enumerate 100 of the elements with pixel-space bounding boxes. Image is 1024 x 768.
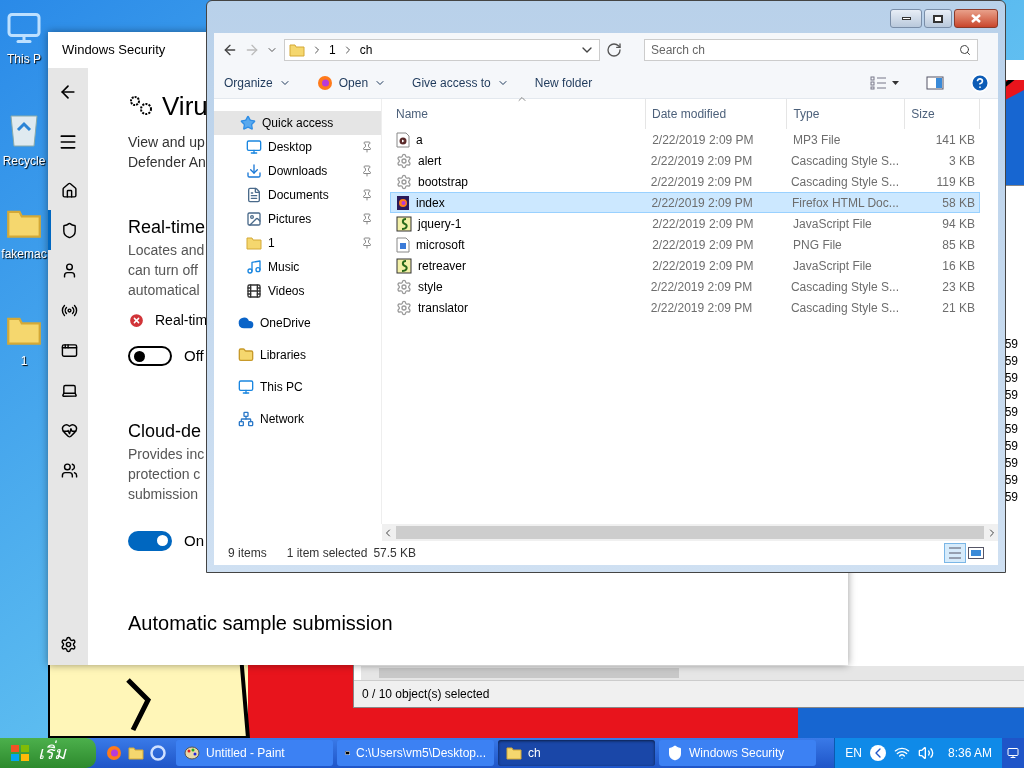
section-heading: Automatic sample submission [128,611,393,636]
toolbar-button[interactable]: Open [316,73,387,92]
table-cell-text: 58 KB [941,194,976,212]
table-cell-text: Cascading Style S... [789,173,900,191]
column-header[interactable]: Size [905,99,980,129]
nav-item[interactable]: Documents [214,183,381,207]
breadcrumb-item[interactable]: 1 [329,41,336,59]
gear-file-icon [396,173,412,190]
music-note-icon [246,259,262,275]
table-cell-text: 2/22/2019 2:09 PM [651,257,755,275]
scrollbar-thumb[interactable] [379,668,679,678]
firefox-file-icon [396,194,410,211]
file-row[interactable]: jquery-1 2/22/2019 2:09 PM JavaScript File 94 KB [390,213,980,234]
taskbar-button[interactable]: Windows Security [659,740,816,766]
file-row[interactable]: retreaver 2/22/2019 2:09 PM JavaScript File 16 KB [390,255,980,276]
horizontal-scrollbar[interactable] [361,666,1024,680]
close-button[interactable] [954,9,998,28]
file-row[interactable]: bootstrap 2/22/2019 2:09 PM Cascading Style S... 119 KB [390,171,980,192]
firefox-icon [316,74,333,91]
table-cell-text: MP3 File [792,131,842,149]
settings-icon[interactable] [59,636,77,653]
nav-item[interactable]: Libraries [214,343,381,367]
table-cell-text: Cascading Style S... [789,278,900,296]
taskbar-button[interactable]: ch [498,740,655,766]
column-header[interactable]: Date modified [646,99,788,129]
folder-icon [246,235,262,251]
file-name: translator [418,299,469,317]
nav-item[interactable]: 1 [214,231,381,255]
file-row[interactable]: microsoft 2/22/2019 2:09 PM PNG File 85 KB [390,234,980,255]
table-cell-text: Cascading Style S... [789,152,900,170]
taskbar-button[interactable]: Untitled - Paint [176,740,333,766]
network-icon [238,411,254,427]
column-header[interactable]: Name [390,99,647,129]
breadcrumb-item[interactable]: ch [359,41,373,59]
description-text: Defender An [128,153,206,172]
file-row[interactable]: a 2/22/2019 2:09 PM MP3 File 141 KB [390,129,980,150]
file-name: jquery-1 [418,215,462,233]
refresh-icon[interactable] [606,42,622,58]
nav-item[interactable]: Videos [214,279,381,303]
toolbar-button[interactable]: New folder [534,73,593,92]
computer-icon [238,379,254,395]
toolbar-button[interactable]: Organize [224,73,291,92]
show-hidden-icons-icon[interactable] [869,745,886,761]
back-icon[interactable] [222,42,238,58]
section-text: protection c [128,464,201,484]
thumbnail-view-icon[interactable] [968,547,984,559]
column-header[interactable]: Type [787,99,906,129]
file-row[interactable]: index 2/22/2019 2:09 PM Firefox HTML Doc... 58 KB [390,192,980,213]
heart-pulse-icon [61,421,78,439]
file-row[interactable]: style 2/22/2019 2:09 PM Cascading Style S... 23 KB [390,276,980,297]
nav-item[interactable]: This PC [214,375,381,399]
library-icon [238,347,254,363]
clock[interactable]: 8:36 AM [947,744,992,762]
volume-icon[interactable] [917,745,934,761]
table-cell-text: 21 KB [941,299,976,317]
table-cell: 59 [1004,404,1018,421]
network-icon[interactable] [893,745,910,761]
gear-file-icon [396,299,412,316]
file-name: index [416,194,445,212]
file-row[interactable]: translator 2/22/2019 2:09 PM Cascading Style S... 21 KB [390,297,980,318]
script-file-icon [396,257,412,274]
language-indicator[interactable]: EN [845,744,862,762]
section-heading: Cloud-de [128,419,202,443]
table-cell: 59 [1004,438,1018,455]
toolbar-button[interactable]: Give access to [412,73,509,92]
address-bar[interactable]: 1 ch [284,39,600,61]
preview-pane-icon[interactable] [926,75,944,90]
nav-item[interactable]: Pictures [214,207,381,231]
file-row[interactable]: alert 2/22/2019 2:09 PM Cascading Style S... 3 KB [390,150,980,171]
minimize-button[interactable] [890,9,922,28]
help-icon[interactable] [970,72,990,93]
page-heading: Viru [162,90,208,123]
nav-item[interactable]: Quick access [214,111,381,135]
view-options-icon[interactable] [870,75,900,90]
toggle-switch[interactable] [128,530,172,551]
person-icon [61,261,78,279]
table-cell-text: 2/22/2019 2:09 PM [651,215,755,233]
table-cell-text: 2/22/2019 2:09 PM [651,236,755,254]
search-icon [959,44,971,56]
warning-text: Real-tim [155,311,208,330]
nav-item[interactable]: Downloads [214,159,381,183]
table-cell-text: 2/22/2019 2:09 PM [649,278,754,296]
menu-icon[interactable] [58,132,78,152]
show-desktop-button[interactable] [1002,738,1024,768]
nav-item[interactable]: Network [214,407,381,431]
nav-item[interactable]: Music [214,255,381,279]
taskbar-button[interactable]: C:\Users\vm5\Desktop... [337,740,494,766]
nav-item[interactable]: OneDrive [214,311,381,335]
search-field[interactable]: Search ch [644,39,978,61]
section-text: can turn off [128,261,198,280]
status-text: 57.5 KB [373,545,417,562]
browser-icon[interactable] [150,745,166,761]
file-name: style [418,278,443,296]
cloud-icon [238,315,254,331]
maximize-button[interactable] [924,9,952,28]
nav-item[interactable]: Desktop [214,135,381,159]
table-cell: 59 [1004,489,1018,506]
script-file-icon [396,215,412,232]
folder-icon [506,745,522,761]
toggle-switch[interactable] [128,346,172,367]
